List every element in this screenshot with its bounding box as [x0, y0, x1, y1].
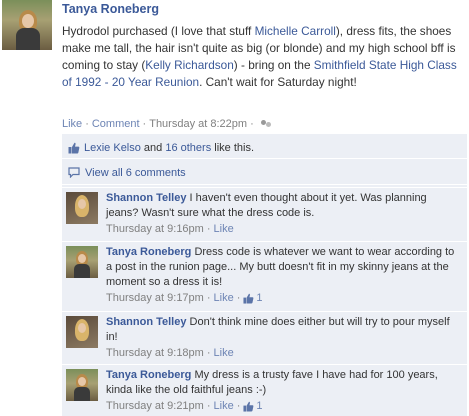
post-author-avatar[interactable] — [2, 0, 52, 50]
others-like-link[interactable]: 16 others — [165, 142, 211, 154]
comment-like-link[interactable]: Like — [214, 346, 234, 361]
avatar-face — [78, 323, 86, 333]
tagged-friend-link[interactable]: Kelly Richardson — [145, 58, 234, 72]
friends-icon[interactable] — [260, 119, 271, 129]
separator-dot: · — [206, 223, 211, 235]
comment-item: Shannon Telley Don't think mine does eit… — [62, 311, 467, 364]
likes-summary: Lexie Kelso and 16 others like this. — [62, 137, 467, 159]
comment-meta: Thursday at 9:16pm · Like — [106, 222, 462, 237]
comment-author-link[interactable]: Tanya Roneberg — [106, 369, 191, 381]
view-all-comments-link[interactable]: View all 6 comments — [85, 167, 186, 179]
post-text-part: Hydrodol purchased (I love that stuff — [62, 24, 255, 38]
avatar-body — [74, 387, 90, 401]
avatar-body — [16, 28, 40, 50]
comment-meta: Thursday at 9:18pm · Like — [106, 346, 462, 361]
separator-dot: · — [85, 118, 89, 130]
comment-item: Shannon Telley I haven't even thought ab… — [62, 187, 467, 241]
commenter-avatar[interactable] — [66, 192, 98, 224]
comment-like-link[interactable]: Like — [214, 399, 234, 414]
separator-dot: · — [206, 347, 211, 359]
comment-body: Tanya Roneberg My dress is a trusty fave… — [106, 368, 462, 414]
comment-meta: Thursday at 9:17pm · Like · 1 — [106, 291, 462, 306]
comment-timestamp[interactable]: Thursday at 9:17pm — [106, 291, 204, 306]
comment-author-link[interactable]: Shannon Telley — [106, 192, 186, 204]
comment-like-count[interactable]: 1 — [243, 399, 263, 414]
post-comment-link[interactable]: Comment — [92, 118, 140, 130]
view-all-comments-row[interactable]: View all 6 comments — [62, 161, 467, 185]
tagged-friend-link[interactable]: Michelle Carroll — [255, 24, 336, 38]
commenter-avatar[interactable] — [66, 369, 98, 401]
commenter-avatar[interactable] — [66, 316, 98, 348]
comment-item: Tanya Roneberg My dress is a trusty fave… — [62, 364, 467, 416]
comment-author-link[interactable]: Tanya Roneberg — [106, 246, 191, 258]
feedback-box: Lexie Kelso and 16 others like this. Vie… — [62, 134, 467, 416]
post-text-part: . Can't wait for Saturday night! — [199, 75, 357, 89]
comment-item: Tanya Roneberg Dress code is whatever we… — [62, 241, 467, 311]
comment-timestamp[interactable]: Thursday at 9:18pm — [106, 346, 204, 361]
post-timestamp[interactable]: Thursday at 8:22pm — [149, 118, 247, 130]
post-text: Hydrodol purchased (I love that stuff Mi… — [62, 23, 467, 91]
comment-body: Shannon Telley I haven't even thought ab… — [106, 191, 462, 237]
post-text-part: ) - bring on the — [233, 58, 314, 72]
comment-like-link[interactable]: Like — [214, 222, 234, 237]
separator-dot: · — [142, 118, 147, 130]
like-count-value: 1 — [256, 400, 263, 412]
likes-text: and — [140, 141, 166, 154]
like-count-value: 1 — [256, 292, 263, 304]
commenter-avatar[interactable] — [66, 246, 98, 278]
comment-bubble-icon — [68, 167, 80, 178]
post-author-name[interactable]: Tanya Roneberg — [62, 2, 159, 16]
post-actions: Like · Comment · Thursday at 8:22pm · — [62, 118, 271, 130]
separator-dot: · — [236, 292, 241, 304]
separator-dot: · — [206, 292, 211, 304]
thumbs-up-icon — [68, 142, 80, 154]
avatar-face — [78, 199, 86, 209]
avatar-face — [78, 377, 86, 386]
comment-like-link[interactable]: Like — [214, 291, 234, 306]
avatar-face — [22, 14, 34, 28]
comment-body: Tanya Roneberg Dress code is whatever we… — [106, 245, 462, 306]
thumbs-up-icon — [243, 293, 254, 304]
avatar-body — [74, 264, 90, 278]
likes-text: like this. — [211, 141, 255, 154]
comment-meta: Thursday at 9:21pm · Like · 1 — [106, 399, 462, 414]
comment-author-link[interactable]: Shannon Telley — [106, 316, 186, 328]
post-like-link[interactable]: Like — [62, 118, 82, 130]
avatar-face — [78, 254, 86, 263]
separator-dot: · — [236, 400, 241, 412]
separator-dot: · — [206, 400, 211, 412]
comment-body: Shannon Telley Don't think mine does eit… — [106, 315, 462, 361]
comment-like-count[interactable]: 1 — [243, 291, 263, 306]
thumbs-up-icon — [243, 401, 254, 412]
comment-timestamp[interactable]: Thursday at 9:21pm — [106, 399, 204, 414]
liker-name-link[interactable]: Lexie Kelso — [84, 142, 141, 154]
comment-timestamp[interactable]: Thursday at 9:16pm — [106, 222, 204, 237]
separator-dot: · — [250, 118, 254, 130]
